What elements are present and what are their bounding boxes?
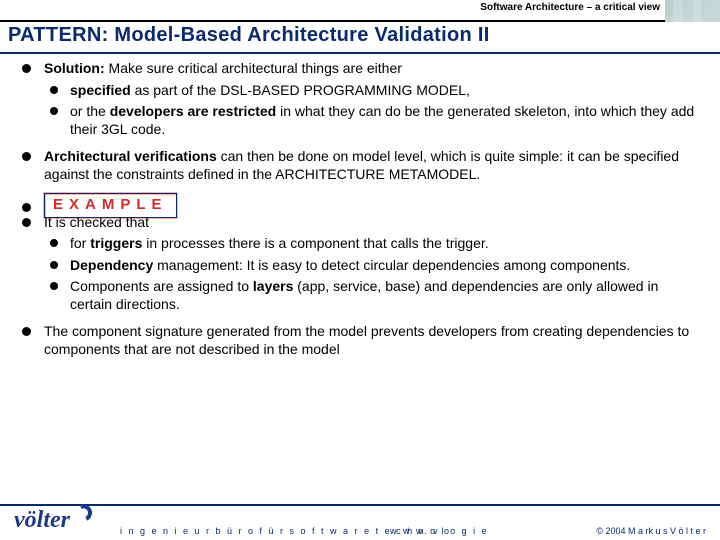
checked-sub-1: for triggers in processes there is a com… xyxy=(44,235,698,253)
slide: { "header": { "supertitle": "Software Ar… xyxy=(0,0,720,540)
top-bar: Software Architecture – a critical view xyxy=(0,0,720,22)
bullet-signature: The component signature generated from t… xyxy=(18,323,698,358)
t: developers are restricted xyxy=(110,103,277,119)
solution-sub-1: specified as part of the DSL-BASED PROGR… xyxy=(44,82,698,100)
checked-sublist: for triggers in processes there is a com… xyxy=(44,235,698,313)
t: triggers xyxy=(90,235,142,251)
checked-intro: It is checked that xyxy=(44,214,149,230)
solution-lead: Solution: xyxy=(44,60,105,76)
bullet-arch: Architectural verifications can then be … xyxy=(18,148,698,183)
t: as part of the DSL-BASED PROGRAMMING MOD… xyxy=(131,82,470,98)
footer-rule xyxy=(0,504,720,506)
bullet-checked: It is checked that for triggers in proce… xyxy=(18,214,698,314)
checked-sub-2: Dependency management: It is easy to det… xyxy=(44,257,698,275)
signature-text: The component signature generated from t… xyxy=(44,323,689,357)
t: or the xyxy=(70,103,110,119)
footer-copyright: © 2004 M a rk u s V ö l t e r xyxy=(596,526,706,536)
t: for xyxy=(70,235,90,251)
footer: völter i n g e n i e u r b ü r o f ü r s… xyxy=(0,504,720,540)
t: in processes there is a component that c… xyxy=(142,235,488,251)
t: layers xyxy=(253,278,293,294)
supertitle: Software Architecture – a critical view xyxy=(480,2,660,13)
t: Dependency xyxy=(70,257,153,273)
arch-lead: Architectural verifications xyxy=(44,148,217,164)
top-rule xyxy=(0,20,665,22)
checked-sub-3: Components are assigned to layers (app, … xyxy=(44,278,698,313)
top-list: Solution: Make sure critical architectur… xyxy=(18,60,698,183)
solution-rest: Make sure critical architectural things … xyxy=(105,60,402,76)
bullet-solution: Solution: Make sure critical architectur… xyxy=(18,60,698,138)
checked-list: It is checked that for triggers in proce… xyxy=(18,214,698,359)
t: management: It is easy to detect circula… xyxy=(153,257,630,273)
solution-sub-2: or the developers are restricted in what… xyxy=(44,103,698,138)
t: specified xyxy=(70,82,131,98)
title-rule xyxy=(0,52,720,54)
slide-body: Solution: Make sure critical architectur… xyxy=(18,60,698,368)
logo: völter xyxy=(14,507,90,534)
solution-sublist: specified as part of the DSL-BASED PROGR… xyxy=(44,82,698,139)
pattern-title: PATTERN: Model-Based Architecture Valida… xyxy=(8,24,712,47)
footer-url: w w w. v o xyxy=(390,526,451,536)
t: Components are assigned to xyxy=(70,278,253,294)
corner-graphic xyxy=(665,0,720,22)
